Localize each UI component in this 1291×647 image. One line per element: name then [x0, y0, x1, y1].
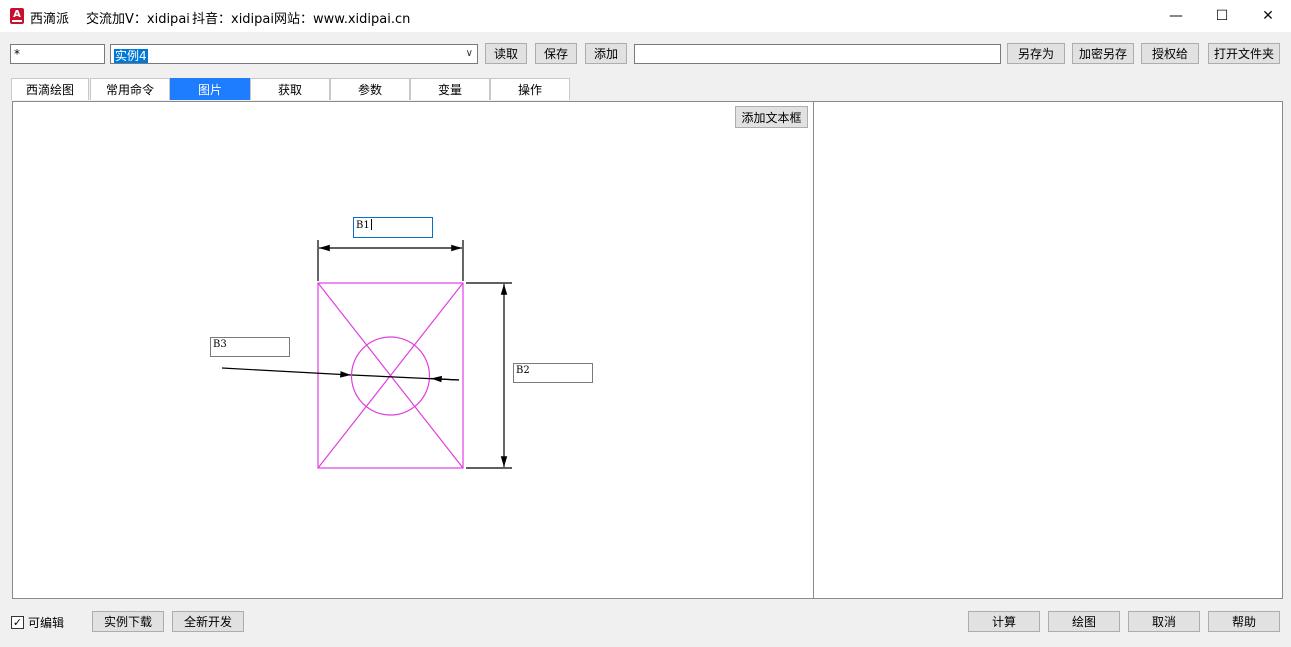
new-development-button[interactable]: 全新开发 — [172, 611, 244, 632]
draw-button[interactable]: 绘图 — [1048, 611, 1120, 632]
calculate-button[interactable]: 计算 — [968, 611, 1040, 632]
b1-textbox[interactable]: B1 — [353, 217, 433, 238]
text-caret — [370, 219, 372, 230]
editable-label: 可编辑 — [28, 616, 65, 630]
help-button[interactable]: 帮助 — [1208, 611, 1280, 632]
symbol-shape — [317, 282, 464, 469]
b3-textbox[interactable]: B3 — [210, 337, 290, 357]
b2-textbox[interactable]: B2 — [513, 363, 593, 383]
b1-text: B1 — [356, 220, 370, 231]
dim-b3-leader — [221, 367, 352, 378]
download-examples-button[interactable]: 实例下载 — [92, 611, 164, 632]
cancel-button[interactable]: 取消 — [1128, 611, 1200, 632]
drawing-svg — [221, 240, 512, 469]
editable-checkbox[interactable]: ✓ — [11, 616, 24, 629]
dim-b3-arrow-right — [430, 375, 460, 383]
